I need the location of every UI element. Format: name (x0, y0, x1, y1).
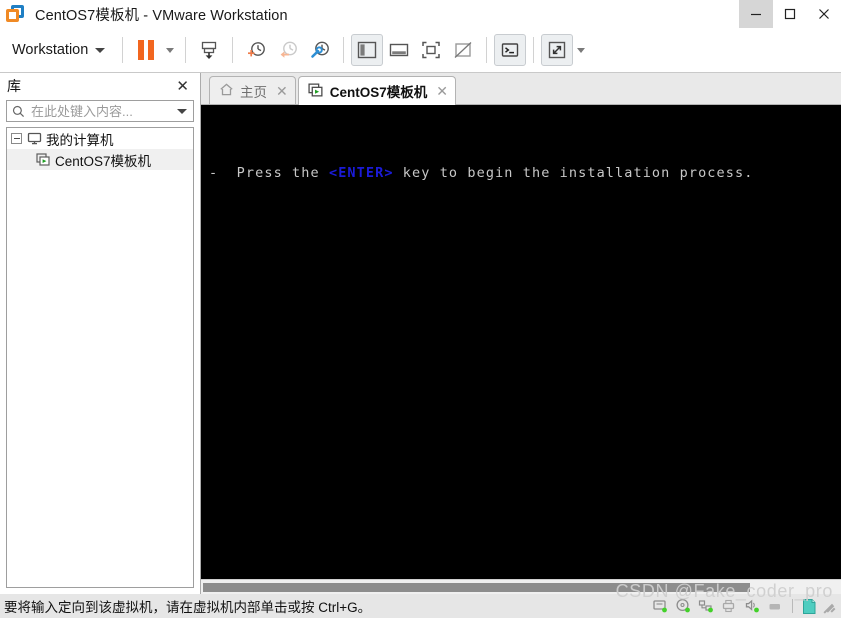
snapshot-manager-button[interactable] (304, 34, 336, 66)
home-icon (219, 82, 234, 100)
pause-icon (138, 40, 155, 60)
expander-icon[interactable] (11, 133, 22, 144)
tab-centos7[interactable]: CentOS7模板机 ✕ (297, 76, 456, 105)
tree-item-label: 我的计算机 (46, 132, 114, 148)
horizontal-scrollbar[interactable] (201, 579, 841, 594)
vm-console-screen[interactable]: - Press the <ENTER> key to begin the ins… (201, 105, 841, 579)
tab-strip: 主页 ✕ CentOS7模板机 ✕ (201, 73, 841, 105)
printer-icon[interactable] (720, 596, 740, 616)
window-controls (739, 0, 841, 28)
take-snapshot-button[interactable] (240, 34, 272, 66)
minimize-button[interactable] (739, 0, 773, 28)
my-computer-icon (26, 131, 42, 146)
vm-screen-wrapper: - Press the <ENTER> key to begin the ins… (201, 105, 841, 594)
thumbnail-bar-icon (390, 43, 409, 57)
virtual-machine-icon (35, 152, 51, 167)
snapshot-revert-icon (280, 41, 298, 58)
toolbar: Workstation (0, 28, 841, 73)
vmware-workstation-window: CentOS7模板机 - VMware Workstation Workstat… (0, 0, 841, 618)
console-text-prefix: - Press the (209, 165, 329, 181)
sound-card-icon[interactable] (743, 596, 763, 616)
status-device-icons (651, 594, 837, 618)
library-panel-icon (358, 41, 377, 59)
virtual-machine-icon (308, 82, 324, 101)
chevron-down-icon (166, 47, 175, 53)
library-search-wrapper (0, 99, 200, 127)
scrollbar-thumb[interactable] (203, 582, 750, 592)
revert-snapshot-button[interactable] (272, 34, 304, 66)
power-button[interactable] (193, 34, 225, 66)
network-adapter-icon[interactable] (697, 596, 717, 616)
maximize-button[interactable] (773, 0, 807, 28)
fullscreen-icon (549, 41, 566, 59)
toolbar-separator (122, 37, 124, 63)
fit-guest-button[interactable] (415, 34, 447, 66)
tab-home[interactable]: 主页 ✕ (209, 76, 296, 104)
search-box[interactable] (6, 100, 194, 122)
status-message: 要将输入定向到该虚拟机，请在虚拟机内部单击或按 Ctrl+G。 (4, 600, 372, 615)
fullscreen-dropdown[interactable] (573, 47, 589, 53)
workstation-menu-button[interactable]: Workstation (0, 35, 115, 65)
toolbar-separator (486, 37, 488, 63)
snapshot-document-icon[interactable] (799, 596, 819, 616)
toolbar-separator (343, 37, 345, 63)
usb-device-icon[interactable] (766, 596, 786, 616)
console-column: 主页 ✕ CentOS7模板机 ✕ - Press the <ENTER> ke… (201, 73, 841, 594)
window-title: CentOS7模板机 - VMware Workstation (35, 7, 288, 24)
title-bar: CentOS7模板机 - VMware Workstation (0, 0, 841, 28)
show-thumbnails-button[interactable] (383, 34, 415, 66)
console-text-line: - Press the <ENTER> key to begin the ins… (209, 165, 841, 181)
status-separator (792, 599, 793, 613)
toolbar-separator (185, 37, 187, 63)
tab-label: CentOS7模板机 (329, 85, 428, 100)
snapshot-manager-icon (311, 41, 330, 58)
console-text-suffix: key to begin the installation process. (393, 165, 754, 181)
library-panel: 库 ✕ 在此处键入内容... 我的计算机 CentOS7模板机 (0, 73, 201, 594)
fit-window-icon (454, 42, 472, 58)
fit-guest-icon (422, 41, 441, 59)
search-icon (12, 105, 26, 118)
chevron-down-icon[interactable] (175, 108, 189, 114)
library-header: 库 ✕ (0, 73, 200, 99)
hard-disk-icon[interactable] (651, 596, 671, 616)
tree-item-label: CentOS7模板机 (55, 153, 152, 169)
power-vm-icon (202, 41, 217, 59)
resize-grip-icon[interactable] (823, 600, 837, 613)
tree-item-my-computer[interactable]: 我的计算机 (7, 128, 193, 149)
console-view-button[interactable] (494, 34, 527, 66)
vmware-logo-icon (5, 4, 25, 24)
chevron-down-icon (95, 47, 106, 53)
suspend-button[interactable] (130, 34, 162, 66)
library-title: 库 (7, 78, 21, 94)
close-icon[interactable]: ✕ (433, 84, 448, 98)
console-enter-key: <ENTER> (328, 165, 394, 181)
chevron-down-icon (577, 47, 586, 53)
main-body: 库 ✕ 在此处键入内容... 我的计算机 CentOS7模板机 主页 ✕ Cen… (0, 73, 841, 594)
close-icon[interactable]: ✕ (174, 79, 191, 94)
tree-item-centos7[interactable]: CentOS7模板机 (7, 149, 193, 170)
close-button[interactable] (807, 0, 841, 28)
console-icon (502, 43, 519, 57)
toolbar-separator (232, 37, 234, 63)
status-bar: 要将输入定向到该虚拟机，请在虚拟机内部单击或按 Ctrl+G。 (0, 594, 841, 618)
suspend-dropdown[interactable] (162, 47, 178, 53)
close-icon[interactable]: ✕ (273, 84, 288, 98)
snapshot-add-icon (248, 42, 266, 57)
fullscreen-button[interactable] (541, 34, 574, 66)
tab-label: 主页 (240, 84, 267, 100)
workstation-menu-label: Workstation (12, 42, 89, 58)
search-input[interactable] (26, 103, 175, 119)
cd-dvd-icon[interactable] (674, 596, 694, 616)
toolbar-separator (533, 37, 535, 63)
fit-window-button[interactable] (447, 34, 479, 66)
library-tree: 我的计算机 CentOS7模板机 (6, 127, 194, 588)
show-library-button[interactable] (351, 34, 384, 66)
